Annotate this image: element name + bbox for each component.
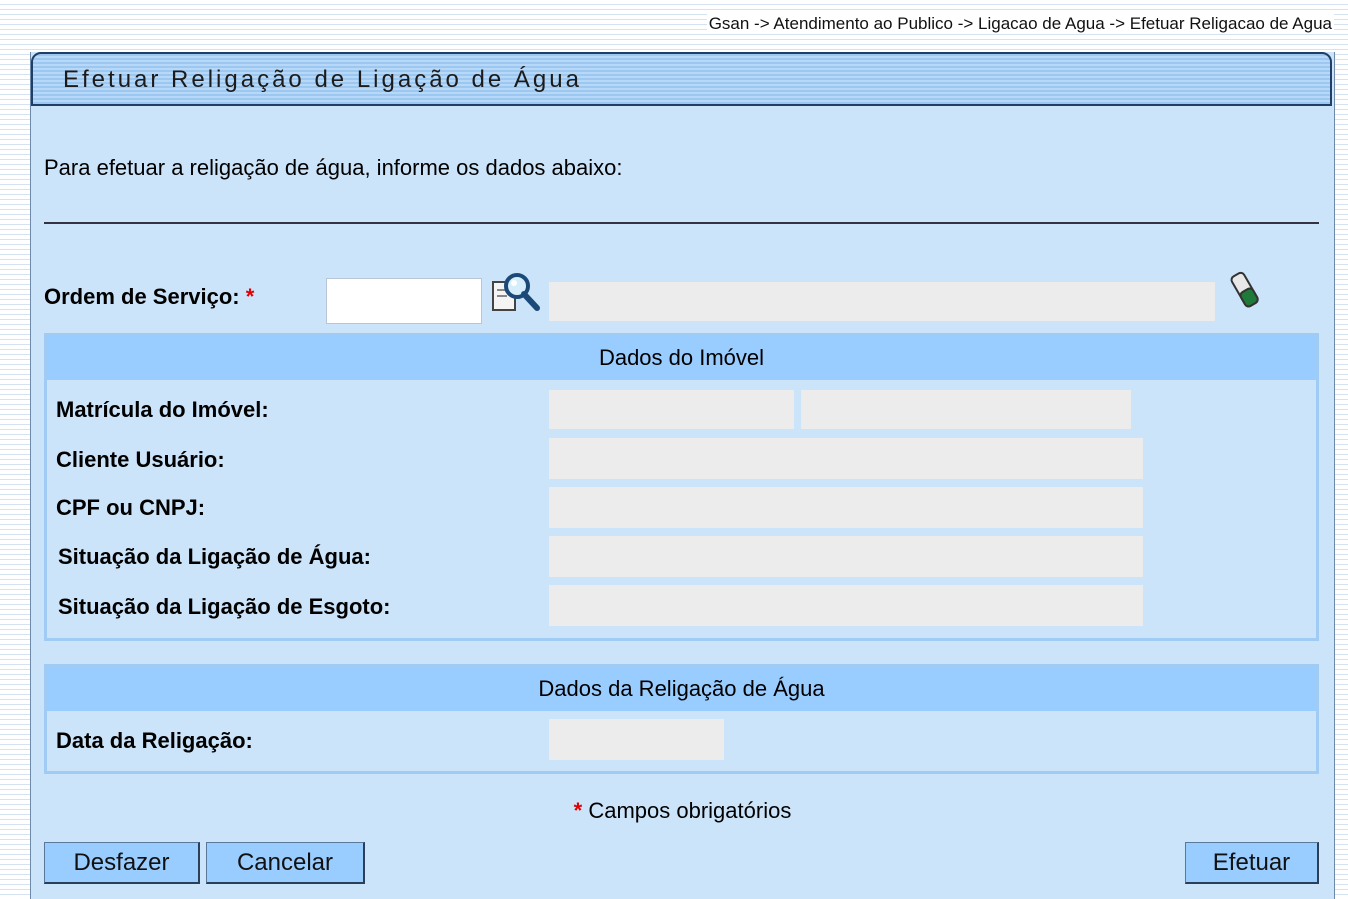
ordem-servico-label-text: Ordem de Serviço: [44,284,240,309]
required-asterisk: * [245,284,255,309]
dados-imovel-header: Dados do Imóvel [47,336,1316,380]
cpf-cnpj-field [549,487,1143,528]
ordem-servico-label: Ordem de Serviço: * [44,284,254,310]
situacao-agua-field [549,536,1143,577]
matricula-field-2 [801,390,1131,429]
eraser-icon[interactable] [1226,268,1266,312]
page-title: Efetuar Religação de Ligação de Água [63,66,582,93]
data-religacao-label: Data da Religação: [56,728,253,753]
required-note: * Campos obrigatórios [31,798,1334,824]
ordem-servico-input[interactable] [326,278,482,324]
dados-religacao-section: Dados da Religação de Água Data da Relig… [44,664,1319,774]
dados-religacao-header: Dados da Religação de Água [47,667,1316,711]
required-note-text: Campos obrigatórios [588,798,792,823]
magnifier-search-icon[interactable] [491,272,545,314]
cpf-cnpj-label: CPF ou CNPJ: [56,495,206,520]
required-asterisk-note: * [573,798,583,823]
dados-imovel-section: Dados do Imóvel Matrícula do Imóvel: Cli… [44,333,1319,641]
situacao-agua-label: Situação da Ligação de Água: [58,544,371,569]
divider [44,222,1319,224]
efetuar-button[interactable]: Efetuar [1185,842,1319,884]
desfazer-button[interactable]: Desfazer [44,842,200,884]
matricula-label: Matrícula do Imóvel: [56,397,269,422]
cliente-usuario-label: Cliente Usuário: [56,447,225,472]
cliente-usuario-field [549,438,1143,479]
situacao-esgoto-field [549,585,1143,626]
cancelar-button[interactable]: Cancelar [206,842,365,884]
situacao-esgoto-label: Situação da Ligação de Esgoto: [58,594,391,619]
main-panel: Efetuar Religação de Ligação de Água Par… [30,52,1335,899]
matricula-field-1 [549,390,794,429]
page-title-bar: Efetuar Religação de Ligação de Água [31,52,1332,106]
ordem-servico-description [549,282,1215,321]
intro-text: Para efetuar a religação de água, inform… [44,155,623,180]
breadcrumb: Gsan -> Atendimento ao Publico -> Ligaca… [706,14,1334,34]
data-religacao-field [549,719,724,760]
